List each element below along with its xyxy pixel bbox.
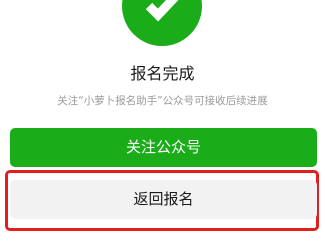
back-to-registration-button[interactable]: 返回报名 [10,180,317,219]
follow-official-account-button[interactable]: 关注公众号 [10,128,317,167]
registration-complete-page: 报名完成 关注“小萝卜报名助手”公众号可接收后续进展 关注公众号 返回报名 [0,0,325,244]
success-check-icon [122,0,202,46]
result-title: 报名完成 [130,64,195,83]
result-subtitle: 关注“小萝卜报名助手”公众号可接收后续进展 [57,95,268,107]
